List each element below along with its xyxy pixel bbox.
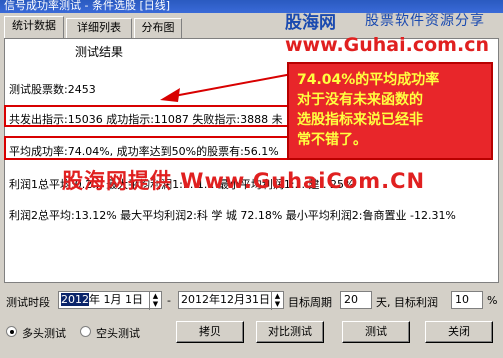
profit2-text: 利润2总平均:13.12% 最大平均利润2:科 学 城 72.18% 最小平均利…	[9, 209, 456, 222]
callout-annotation: 74.04%的平均成功率 对于没有未来函数的 选股指标来说已经非 常不错了。	[287, 62, 493, 160]
site-logo: 股海网 股票软件资源分享 www.Guhai.com.cn	[285, 8, 500, 60]
highlight-box-signals	[4, 105, 290, 127]
period-label: 测试时段	[6, 296, 50, 309]
end-date-picker[interactable]: 2012年12月31日 ▲ ▼	[178, 291, 284, 310]
window-title: 信号成功率测试 - 条件选股 [日线]	[4, 0, 171, 12]
start-date-rest: 年 1月 1日	[89, 293, 143, 306]
highlight-box-success-rate	[4, 136, 290, 160]
copy-button[interactable]: 拷贝	[176, 321, 244, 343]
start-date-picker[interactable]: 2012年 1月 1日 ▲ ▼	[58, 291, 162, 310]
watermark-text: 股海网提供 Www.GuhaiCom.CN	[62, 169, 426, 193]
logo-slogan: 股票软件资源分享	[365, 13, 485, 29]
start-year-value: 2012	[61, 293, 89, 306]
spin-down-icon: ▼	[274, 300, 281, 308]
start-date-spinner[interactable]: ▲ ▼	[149, 292, 161, 310]
close-button[interactable]: 关闭	[425, 321, 493, 343]
test-button[interactable]: 测试	[342, 321, 410, 343]
tab-detail-list[interactable]: 详细列表	[66, 18, 132, 38]
tab-statistics[interactable]: 统计数据	[4, 16, 64, 38]
spin-up-icon: ▲	[152, 292, 159, 300]
percent-label: %	[487, 294, 498, 307]
logo-brand: 股海网	[285, 13, 336, 33]
target-profit-label: 天, 目标利润	[376, 296, 438, 309]
target-profit-input[interactable]: 10	[451, 291, 483, 309]
spin-down-icon: ▼	[152, 300, 159, 308]
radio-short-test[interactable]	[80, 326, 91, 337]
callout-line-4: 常不错了。	[297, 132, 367, 148]
end-date-value: 2012年12月31日	[181, 293, 270, 306]
callout-line-2: 对于没有未来函数的	[297, 92, 423, 108]
radio-short-label[interactable]: 空头测试	[96, 325, 140, 341]
compare-test-button[interactable]: 对比测试	[256, 321, 324, 343]
radio-long-label[interactable]: 多头测试	[22, 325, 66, 341]
callout-line-3: 选股指标来说已经非	[297, 112, 423, 128]
target-period-label: 目标周期	[288, 296, 332, 309]
target-period-input[interactable]: 20	[340, 291, 372, 309]
stock-count-text: 测试股票数:2453	[9, 83, 96, 96]
date-separator: -	[167, 294, 171, 307]
radio-long-test[interactable]	[6, 326, 17, 337]
spin-up-icon: ▲	[274, 292, 281, 300]
tab-distribution[interactable]: 分布图	[134, 18, 182, 38]
end-date-spinner[interactable]: ▲ ▼	[271, 292, 283, 310]
results-title: 测试结果	[75, 45, 124, 59]
logo-url: www.Guhai.com.cn	[285, 34, 489, 56]
callout-line-1: 74.04%的平均成功率	[297, 72, 440, 88]
test-controls: 测试时段 2012年 1月 1日 ▲ ▼ - 2012年12月31日 ▲ ▼ 目标周…	[0, 283, 503, 358]
arrow-icon	[160, 73, 293, 102]
